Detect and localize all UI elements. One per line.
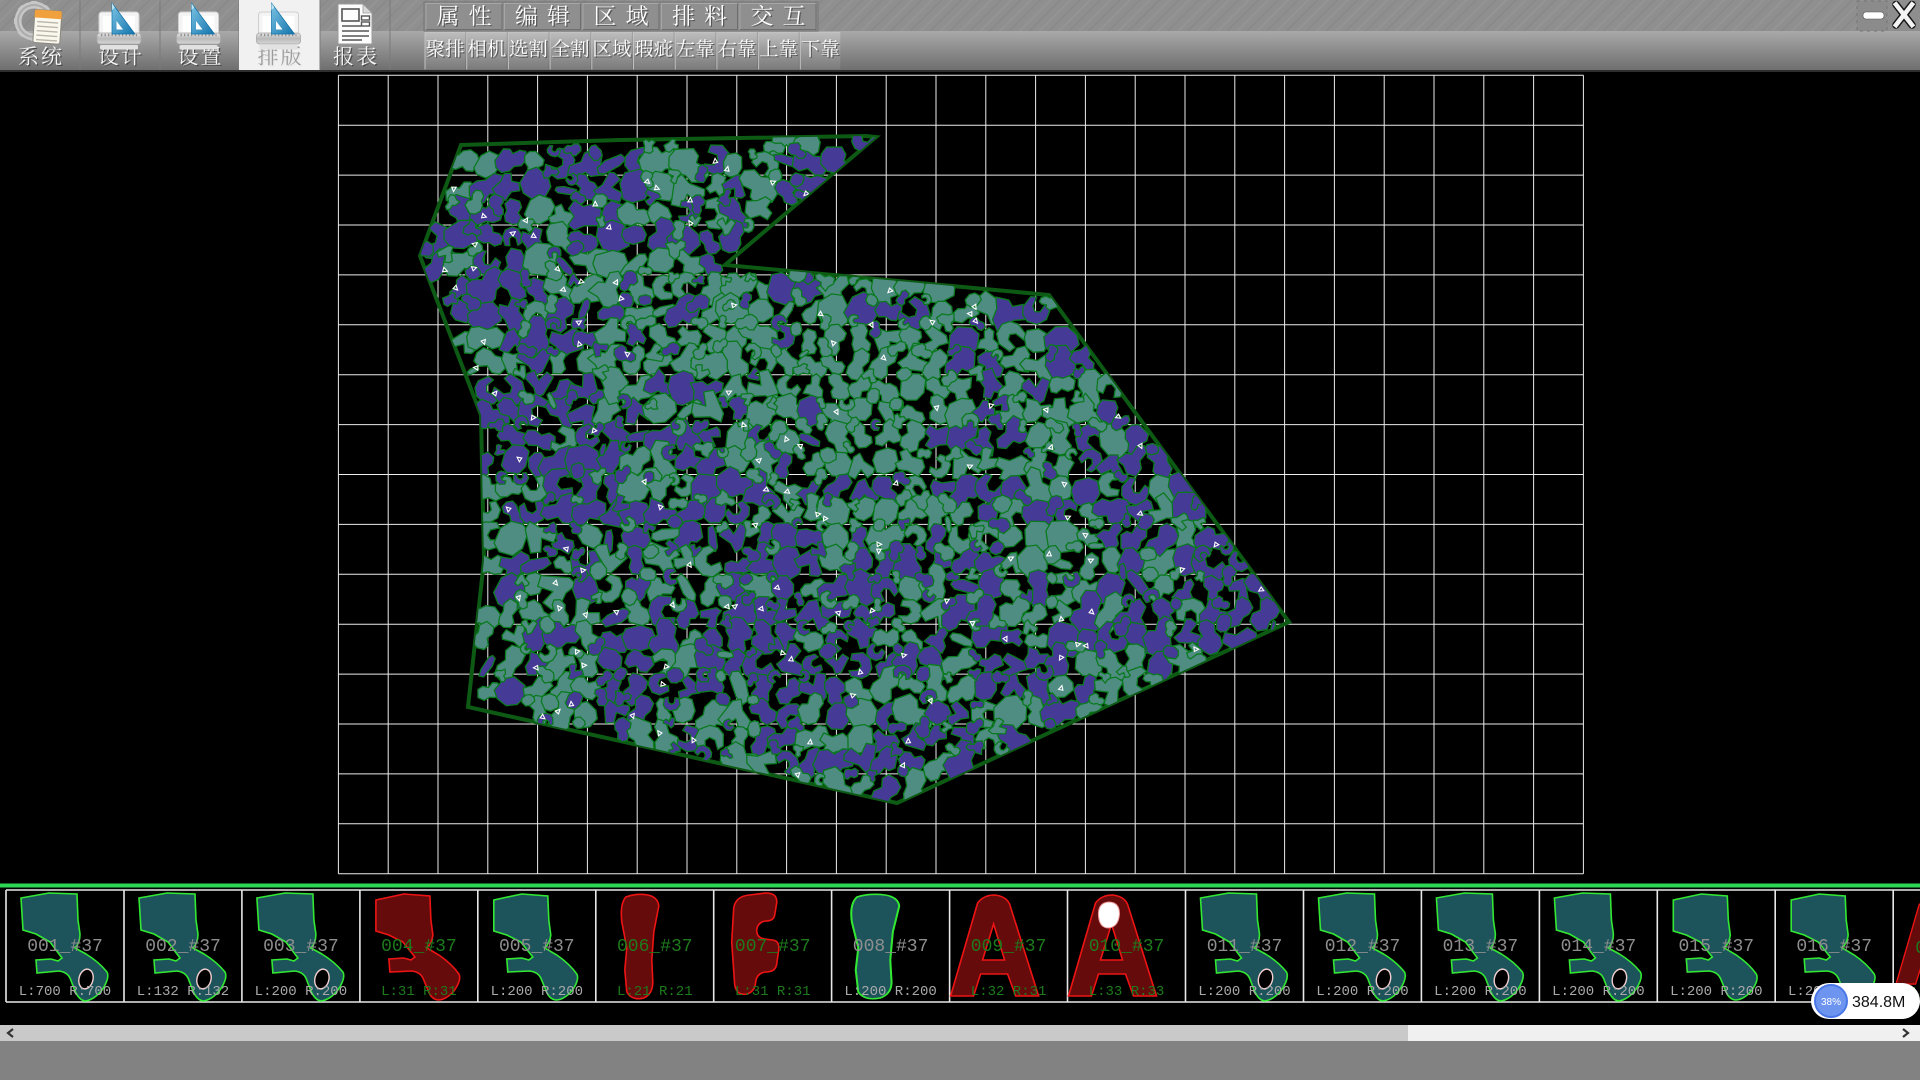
svg-text:015_#37: 015_#37	[1678, 937, 1754, 957]
svg-text:008_#37: 008_#37	[853, 937, 929, 957]
svg-text:009_#37: 009_#37	[971, 937, 1047, 957]
svg-text:L:31 R:31: L:31 R:31	[735, 984, 811, 1000]
svg-text:006_#37: 006_#37	[617, 937, 693, 957]
svg-text:011_#37: 011_#37	[1207, 937, 1283, 957]
svg-text:012_#37: 012_#37	[1325, 937, 1401, 957]
svg-text:L:33 R:33: L:33 R:33	[1089, 984, 1165, 1000]
svg-text:L:700 R:700: L:700 R:700	[19, 984, 111, 1000]
svg-text:014_#37: 014_#37	[1561, 937, 1637, 957]
svg-text:L:200 R:200: L:200 R:200	[1198, 984, 1290, 1000]
svg-text:L:200 R:200: L:200 R:200	[255, 984, 347, 1000]
svg-text:004_#37: 004_#37	[381, 937, 457, 957]
svg-text:013_#37: 013_#37	[1443, 937, 1519, 957]
svg-text:005_#37: 005_#37	[499, 937, 575, 957]
svg-text:L:200 R:200: L:200 R:200	[1434, 984, 1526, 1000]
svg-text:L:21 R:21: L:21 R:21	[617, 984, 693, 1000]
svg-text:L:200 R:200: L:200 R:200	[844, 984, 936, 1000]
svg-text:384.8M: 384.8M	[1852, 994, 1905, 1011]
svg-text:L:200 R:200: L:200 R:200	[491, 984, 583, 1000]
svg-text:010_#37: 010_#37	[1089, 937, 1165, 957]
svg-text:38%: 38%	[1821, 997, 1841, 1008]
svg-text:007_#37: 007_#37	[735, 937, 811, 957]
svg-text:L:132 R:132: L:132 R:132	[137, 984, 229, 1000]
svg-text:002_#37: 002_#37	[145, 937, 221, 957]
svg-text:0: 0	[1915, 939, 1920, 959]
svg-text:001_#37: 001_#37	[27, 937, 103, 957]
svg-text:L:32 R:31: L:32 R:31	[971, 984, 1047, 1000]
svg-text:L:200 R:200: L:200 R:200	[1316, 984, 1408, 1000]
svg-text:L:200 R:200: L:200 R:200	[1670, 984, 1762, 1000]
svg-text:016_#37: 016_#37	[1796, 937, 1872, 957]
svg-text:003_#37: 003_#37	[263, 937, 339, 957]
svg-text:L:200 R:200: L:200 R:200	[1552, 984, 1644, 1000]
svg-text:L:31 R:31: L:31 R:31	[381, 984, 457, 1000]
